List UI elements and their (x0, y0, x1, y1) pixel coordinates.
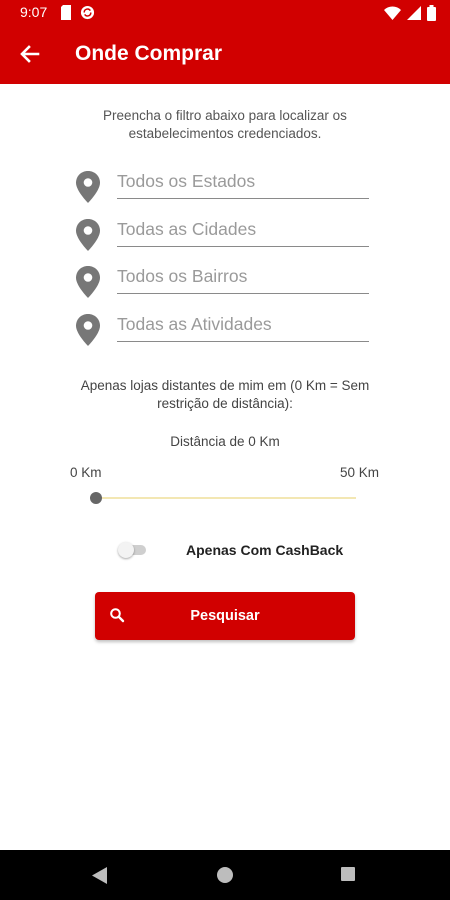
intro-text: Preencha o filtro abaixo para localizar … (103, 108, 347, 141)
home-circle-icon[interactable] (217, 867, 233, 883)
activity-select[interactable] (117, 307, 369, 342)
battery-icon (427, 5, 436, 26)
slider-thumb[interactable] (90, 492, 102, 504)
location-pin-icon (74, 170, 102, 204)
slider-track (96, 497, 356, 499)
signal-icon (407, 6, 421, 25)
city-select[interactable] (117, 212, 369, 247)
cashback-label: Apenas Com CashBack (186, 542, 344, 558)
neighborhood-filter (74, 259, 374, 299)
cashback-toggle[interactable] (118, 542, 146, 558)
location-pin-icon (74, 218, 102, 252)
sd-card-icon (60, 5, 72, 25)
city-filter (74, 212, 374, 252)
arrow-back-icon (20, 45, 40, 63)
activity-filter (74, 307, 374, 347)
wifi-icon (384, 6, 401, 25)
status-time: 9:07 (20, 4, 48, 20)
distance-slider[interactable] (90, 488, 360, 508)
state-filter (74, 164, 374, 204)
page-title: Onde Comprar (75, 42, 223, 65)
back-button[interactable] (14, 38, 46, 70)
toggle-thumb (118, 542, 134, 558)
app-bar: Onde Comprar (0, 26, 450, 84)
slider-min-label: 0 Km (70, 465, 102, 480)
slider-max-label: 50 Km (340, 465, 380, 480)
distance-description: Apenas lojas distantes de mim em (0 Km =… (80, 378, 370, 411)
neighborhood-select[interactable] (117, 259, 369, 294)
search-button[interactable]: Pesquisar (95, 592, 355, 640)
recents-square-icon[interactable] (341, 867, 355, 881)
search-button-label: Pesquisar (190, 608, 260, 624)
system-nav-bar (0, 850, 450, 900)
sync-icon (80, 5, 95, 25)
state-select[interactable] (117, 164, 369, 199)
location-pin-icon (74, 313, 102, 347)
location-pin-icon (74, 265, 102, 299)
back-triangle-icon[interactable] (92, 867, 108, 889)
distance-value-label: Distância de 0 Km (170, 434, 280, 449)
status-bar: 9:07 (0, 0, 450, 26)
